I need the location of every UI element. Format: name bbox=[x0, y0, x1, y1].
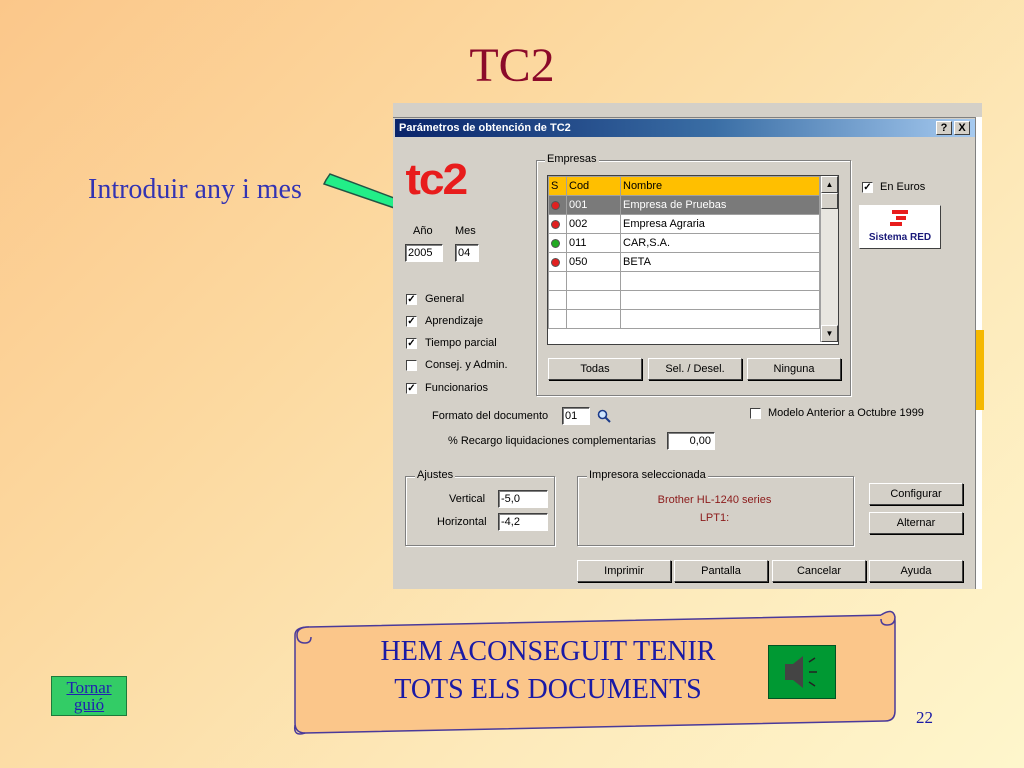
status-cell bbox=[548, 233, 567, 253]
status-red-icon bbox=[551, 257, 560, 267]
nombre-cell: Empresa de Pruebas bbox=[620, 195, 820, 215]
recargo-label: % Recargo liquidaciones complementarias bbox=[448, 435, 656, 447]
grid-header-nombre[interactable]: Nombre bbox=[620, 176, 820, 196]
side-note: Introduir any i mes bbox=[88, 174, 302, 205]
pantalla-button[interactable]: Pantalla bbox=[674, 560, 768, 582]
checkbox-funcionarios-label: Funcionarios bbox=[425, 382, 488, 394]
checkbox-aprendizaje[interactable]: ✓ bbox=[406, 316, 417, 327]
cod-cell: 002 bbox=[566, 214, 621, 234]
dialog-titlebar: Parámetros de obtención de TC2 bbox=[395, 119, 975, 137]
scroll-thumb[interactable] bbox=[821, 193, 838, 209]
table-row[interactable]: 050 BETA bbox=[548, 252, 820, 272]
checkbox-en-euros[interactable]: ✓ bbox=[862, 182, 873, 193]
ajustes-group bbox=[405, 476, 555, 546]
search-icon[interactable] bbox=[597, 409, 611, 423]
tornar-line-1: Tornar bbox=[66, 678, 112, 697]
sel-desel-button[interactable]: Sel. / Desel. bbox=[648, 358, 742, 380]
formato-label: Formato del documento bbox=[432, 410, 549, 422]
recargo-input[interactable]: 0,00 bbox=[667, 432, 715, 450]
status-cell bbox=[548, 252, 567, 272]
empresas-group-title: Empresas bbox=[545, 153, 599, 165]
table-row-empty bbox=[548, 271, 820, 291]
scroll-down-icon[interactable]: ▼ bbox=[821, 325, 838, 342]
table-row[interactable]: 002 Empresa Agraria bbox=[548, 214, 820, 234]
vertical-label: Vertical bbox=[449, 493, 486, 505]
checkbox-en-euros-label: En Euros bbox=[880, 181, 926, 193]
impresora-group bbox=[577, 476, 854, 546]
ayuda-button[interactable]: Ayuda bbox=[869, 560, 963, 582]
close-button[interactable]: X bbox=[954, 121, 970, 135]
window-side-tab bbox=[976, 330, 984, 410]
status-cell bbox=[548, 214, 567, 234]
window-top-strip bbox=[393, 103, 982, 118]
table-row[interactable]: 001 Empresa de Pruebas bbox=[548, 195, 820, 215]
status-green-icon bbox=[551, 238, 560, 248]
status-red-icon bbox=[551, 200, 560, 210]
todas-button[interactable]: Todas bbox=[548, 358, 642, 380]
checkbox-general-label: General bbox=[425, 293, 465, 305]
checkbox-general[interactable]: ✓ bbox=[406, 294, 417, 305]
imprimir-button[interactable]: Imprimir bbox=[577, 560, 671, 582]
cod-cell: 050 bbox=[566, 252, 621, 272]
ninguna-button[interactable]: Ninguna bbox=[747, 358, 841, 380]
checkbox-consej-admin[interactable] bbox=[406, 360, 417, 371]
sistema-red-logo-icon bbox=[890, 210, 908, 226]
printer-port: LPT1: bbox=[699, 512, 730, 524]
scroll-up-icon[interactable]: ▲ bbox=[821, 176, 838, 193]
vertical-input[interactable]: -5,0 bbox=[498, 490, 548, 508]
slide-title: TC2 bbox=[469, 39, 555, 92]
speaker-button[interactable] bbox=[768, 645, 836, 699]
nombre-cell: CAR,S.A. bbox=[620, 233, 820, 253]
month-input[interactable]: 04 bbox=[455, 244, 479, 262]
tornar-guio-button[interactable]: Tornar guió bbox=[51, 676, 127, 716]
grid-header-s[interactable]: S bbox=[548, 176, 567, 196]
nombre-cell: BETA bbox=[620, 252, 820, 272]
horizontal-input[interactable]: -4,2 bbox=[498, 513, 548, 531]
table-row-empty bbox=[548, 290, 820, 310]
checkbox-modelo-anterior[interactable] bbox=[750, 408, 761, 419]
banner-line-1: HEM ACONSEGUIT TENIR bbox=[380, 636, 716, 667]
grid-header-row: S Cod Nombre bbox=[548, 176, 820, 196]
tc2-logo: tc2 bbox=[405, 155, 469, 204]
status-cell bbox=[548, 195, 567, 215]
help-button[interactable]: ? bbox=[936, 121, 952, 135]
checkbox-funcionarios[interactable]: ✓ bbox=[406, 383, 417, 394]
alternar-button[interactable]: Alternar bbox=[869, 512, 963, 534]
cod-cell: 001 bbox=[566, 195, 621, 215]
nombre-cell: Empresa Agraria bbox=[620, 214, 820, 234]
tornar-line-2: guió bbox=[73, 695, 105, 714]
checkbox-tiempo-parcial-label: Tiempo parcial bbox=[425, 337, 497, 349]
table-row-empty bbox=[548, 309, 820, 329]
ajustes-group-title: Ajustes bbox=[415, 469, 456, 481]
table-row[interactable]: 011 CAR,S.A. bbox=[548, 233, 820, 253]
configurar-button[interactable]: Configurar bbox=[869, 483, 963, 505]
printer-name: Brother HL-1240 series bbox=[657, 494, 772, 506]
modelo-anterior-label: Modelo Anterior a Octubre 1999 bbox=[768, 407, 924, 419]
year-input[interactable]: 2005 bbox=[405, 244, 443, 262]
checkbox-aprendizaje-label: Aprendizaje bbox=[425, 315, 484, 327]
tc2-dialog: Parámetros de obtención de TC2 ? X tc2 A… bbox=[393, 103, 982, 589]
banner-text: HEM ACONSEGUIT TENIR TOTS ELS DOCUMENTS bbox=[336, 633, 760, 709]
formato-input[interactable]: 01 bbox=[562, 407, 590, 425]
banner-line-2: TOTS ELS DOCUMENTS bbox=[394, 674, 702, 705]
empresas-grid[interactable]: S Cod Nombre 001 Empresa de Pruebas 002 … bbox=[547, 175, 839, 345]
cancelar-button[interactable]: Cancelar bbox=[772, 560, 866, 582]
cod-cell: 011 bbox=[566, 233, 621, 253]
page-number: 22 bbox=[916, 708, 933, 727]
speaker-icon bbox=[785, 656, 817, 688]
year-label: Año bbox=[413, 225, 433, 237]
month-label: Mes bbox=[455, 225, 476, 237]
grid-vertical-scrollbar[interactable]: ▲ ▼ bbox=[820, 176, 838, 342]
sistema-red-button[interactable]: Sistema RED bbox=[859, 205, 941, 249]
horizontal-label: Horizontal bbox=[437, 516, 487, 528]
checkbox-tiempo-parcial[interactable]: ✓ bbox=[406, 338, 417, 349]
checkbox-consej-admin-label: Consej. y Admin. bbox=[425, 359, 508, 371]
grid-header-cod[interactable]: Cod bbox=[566, 176, 621, 196]
impresora-group-title: Impresora seleccionada bbox=[587, 469, 708, 481]
status-red-icon bbox=[551, 219, 560, 229]
sistema-red-label: Sistema RED bbox=[868, 232, 932, 243]
